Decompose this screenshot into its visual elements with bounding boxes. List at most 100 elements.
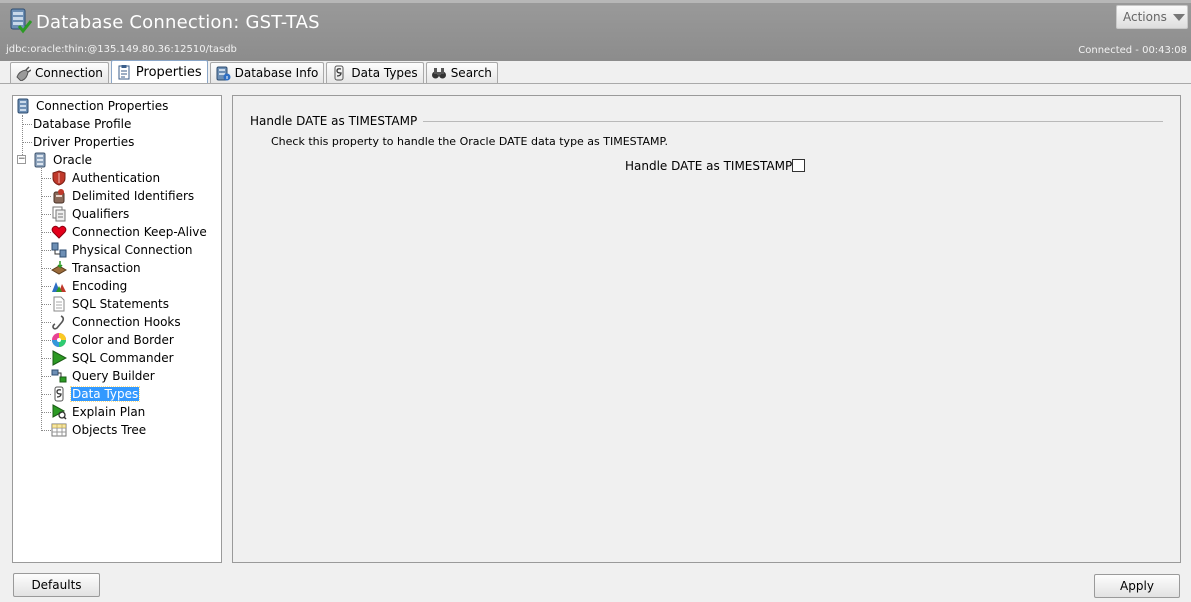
heart-icon — [51, 225, 67, 239]
section-description: Check this property to handle the Oracle… — [271, 135, 668, 148]
tree-item-label: Connection Keep-Alive — [72, 224, 207, 239]
properties-tree[interactable]: Connection Properties Database Profile D… — [12, 95, 222, 563]
tree-item-label: Transaction — [72, 260, 141, 275]
tree-connector — [41, 412, 51, 413]
quote-db-icon — [53, 188, 65, 203]
tree-item-oracle[interactable]: Oracle — [32, 151, 93, 168]
binoculars-icon — [431, 68, 446, 79]
tree-connector — [41, 322, 51, 323]
tree-item-qualifiers[interactable]: Qualifiers — [51, 205, 130, 222]
tree-item-label: Connection Properties — [36, 98, 169, 113]
handle-date-label: Handle DATE as TIMESTAMP: — [625, 159, 797, 173]
network-icon — [51, 242, 67, 257]
clipboard-icon — [118, 65, 130, 80]
apply-label: Apply — [1120, 579, 1154, 593]
tree-item-label: Physical Connection — [72, 242, 193, 257]
tab-connection[interactable]: Connection — [10, 62, 109, 83]
tree-item-label: Oracle — [53, 152, 93, 167]
qualifiers-icon — [52, 206, 66, 221]
tree-item-label: Color and Border — [72, 332, 174, 347]
collapse-toggle[interactable]: − — [17, 155, 26, 164]
query-builder-icon — [51, 369, 67, 382]
plug-icon — [16, 66, 31, 81]
grid-icon — [51, 423, 67, 436]
tab-properties-label: Properties — [135, 64, 202, 80]
defaults-label: Defaults — [31, 578, 82, 592]
tree-item-label: Driver Properties — [33, 134, 135, 149]
tab-database-info[interactable]: Database Info — [209, 62, 325, 83]
tree-item-authentication[interactable]: Authentication — [51, 169, 161, 186]
tree-connector — [41, 232, 51, 233]
tree-item-label: Qualifiers — [72, 206, 130, 221]
apply-button[interactable]: Apply — [1094, 574, 1180, 598]
tree-item-connection-properties[interactable]: Connection Properties — [15, 97, 169, 114]
tree-connector — [41, 340, 51, 341]
tree-item-explain-plan[interactable]: Explain Plan — [51, 403, 146, 420]
tree-connector — [41, 268, 51, 269]
oracle-db-icon — [34, 152, 46, 167]
actions-button[interactable]: Actions — [1116, 5, 1188, 29]
section-title: Handle DATE as TIMESTAMP — [250, 114, 424, 128]
tree-item-label: Explain Plan — [72, 404, 146, 419]
tab-connection-label: Connection — [35, 66, 103, 80]
tree-item-database-profile[interactable]: Database Profile — [32, 115, 132, 132]
tab-properties[interactable]: Properties — [110, 60, 208, 83]
tree-item-label: Data Types — [69, 385, 141, 402]
tree-item-label: Connection Hooks — [72, 314, 181, 329]
tree-item-label: Authentication — [72, 170, 161, 185]
tab-bar: Connection Properties Database Info Data… — [10, 60, 500, 84]
tree-item-transaction[interactable]: Transaction — [51, 259, 142, 276]
database-connection-icon — [10, 8, 32, 34]
encoding-icon — [52, 281, 66, 292]
chevron-down-icon — [1172, 13, 1185, 21]
tree-item-encoding[interactable]: Encoding — [51, 277, 128, 294]
tab-search-label: Search — [450, 66, 492, 80]
tree-item-sql-commander[interactable]: SQL Commander — [51, 349, 175, 366]
tree-item-delimited-identifiers[interactable]: Delimited Identifiers — [51, 187, 195, 204]
tree-connector — [41, 394, 51, 395]
tree-item-sql-statements[interactable]: SQL Statements — [51, 295, 170, 312]
tree-connector — [41, 358, 51, 359]
tree-connector — [41, 196, 51, 197]
tree-connector — [41, 376, 51, 377]
tree-connector — [41, 214, 51, 215]
tree-item-query-builder[interactable]: Query Builder — [51, 367, 156, 384]
tree-item-physical-connection[interactable]: Physical Connection — [51, 241, 194, 258]
defaults-button[interactable]: Defaults — [13, 573, 100, 597]
tree-connector — [22, 142, 32, 143]
tree-connector — [22, 124, 32, 125]
tree-item-color-and-border[interactable]: Color and Border — [51, 331, 175, 348]
tree-item-connection-hooks[interactable]: Connection Hooks — [51, 313, 182, 330]
tree-connector — [41, 286, 51, 287]
transaction-icon — [51, 260, 67, 275]
tree-item-label: Database Profile — [33, 116, 132, 131]
connection-url: jdbc:oracle:thin:@135.149.80.36:12510/ta… — [6, 44, 237, 55]
tree-item-connection-keep-alive[interactable]: Connection Keep-Alive — [51, 223, 208, 240]
tree-connector — [41, 430, 51, 431]
tree-connector — [41, 250, 51, 251]
play-icon — [52, 349, 67, 366]
tab-search[interactable]: Search — [425, 62, 498, 83]
header-top-strip — [0, 0, 1191, 3]
window-header: Database Connection: GST-TAS jdbc:oracle… — [0, 0, 1191, 61]
tree-connector — [41, 168, 42, 431]
tree-connector — [41, 178, 51, 179]
tree-item-driver-properties[interactable]: Driver Properties — [32, 133, 135, 150]
tree-item-objects-tree[interactable]: Objects Tree — [51, 421, 147, 438]
actions-label: Actions — [1123, 10, 1167, 24]
data-types-icon — [334, 65, 344, 81]
tree-item-label: Query Builder — [72, 368, 155, 383]
handle-date-checkbox[interactable] — [792, 159, 805, 172]
tree-item-label: SQL Statements — [72, 296, 169, 311]
tree-item-label: SQL Commander — [72, 350, 174, 365]
database-icon — [17, 98, 29, 113]
explain-plan-icon — [52, 403, 67, 420]
data-types-icon — [54, 386, 64, 401]
property-editor-panel: Handle DATE as TIMESTAMP Check this prop… — [232, 95, 1181, 563]
tree-item-label: Delimited Identifiers — [72, 188, 195, 203]
tab-data-types[interactable]: Data Types — [326, 62, 424, 83]
tree-item-label: Objects Tree — [72, 422, 147, 437]
shield-icon — [52, 169, 66, 186]
tree-item-data-types[interactable]: Data Types — [51, 385, 141, 402]
database-info-icon — [216, 66, 231, 81]
